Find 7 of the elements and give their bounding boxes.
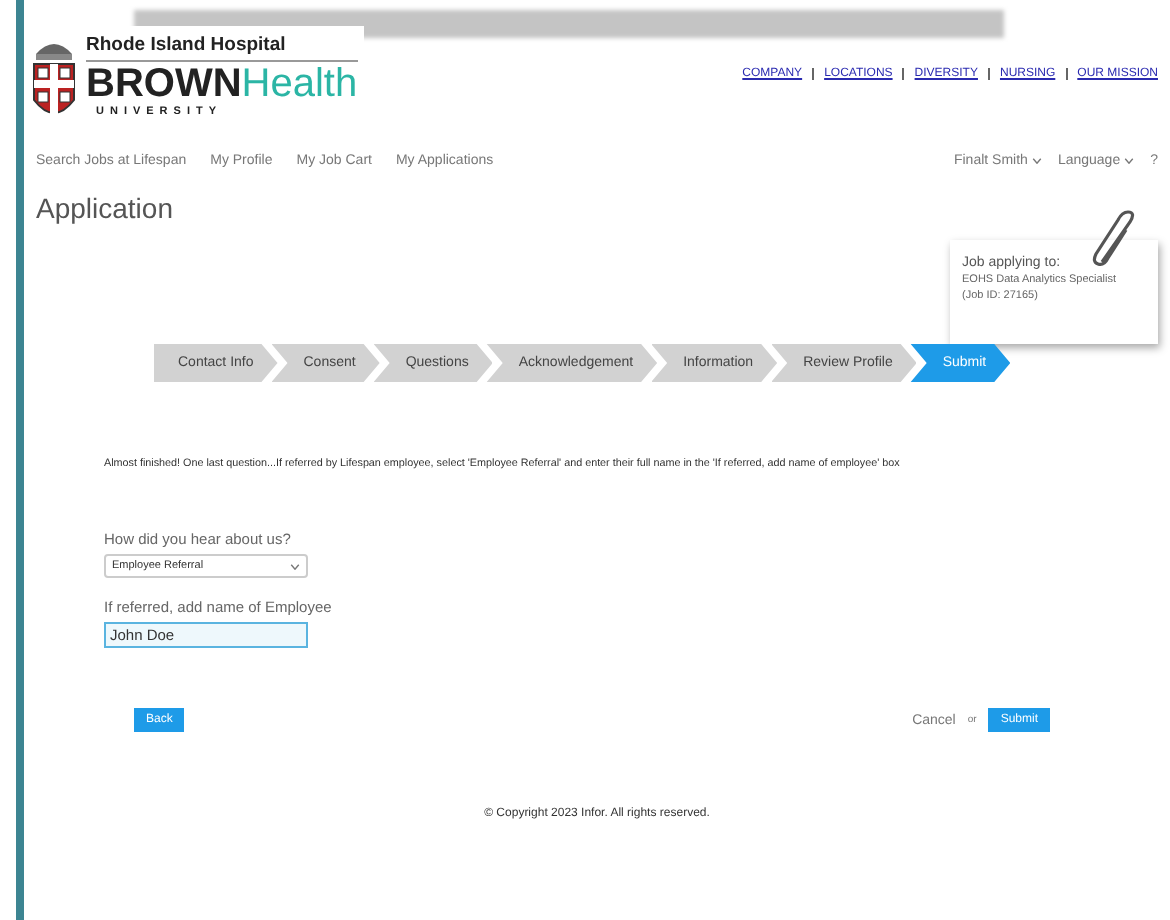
caret-icon [1031,157,1042,163]
brand-name: BROWN [86,62,242,106]
caret-icon [290,563,300,569]
page-title: Application [36,192,175,224]
caret-icon [1124,157,1135,163]
brand-name-accent: Health [241,62,358,106]
hospital-name: Rhode Island Hospital [86,34,358,62]
